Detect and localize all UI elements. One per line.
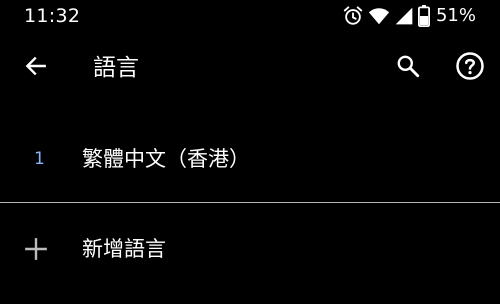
- alarm-icon: [342, 5, 364, 27]
- language-index: 1: [34, 149, 45, 169]
- status-icons: 51%: [342, 4, 476, 28]
- page-title: 語言: [93, 55, 139, 81]
- language-name: 繁體中文（香港）: [82, 147, 250, 171]
- wifi-icon: [368, 5, 390, 27]
- back-button[interactable]: [20, 52, 52, 84]
- help-icon: [455, 51, 485, 85]
- battery-percent: 51%: [435, 5, 476, 26]
- back-arrow-icon: [23, 53, 49, 83]
- add-language-button[interactable]: 新增語言: [0, 222, 500, 278]
- plus-icon: [23, 236, 49, 262]
- help-button[interactable]: [453, 51, 487, 85]
- language-list-item[interactable]: 1 繁體中文（香港）: [0, 128, 500, 190]
- app-bar: 語言: [0, 40, 500, 96]
- search-icon: [395, 53, 421, 83]
- status-time: 11:32: [24, 5, 81, 27]
- divider: [0, 202, 500, 203]
- add-language-label: 新增語言: [82, 237, 166, 261]
- battery-icon: [417, 5, 430, 27]
- status-bar: 11:32 51%: [0, 0, 500, 34]
- signal-icon: [394, 6, 414, 26]
- search-button[interactable]: [392, 52, 424, 84]
